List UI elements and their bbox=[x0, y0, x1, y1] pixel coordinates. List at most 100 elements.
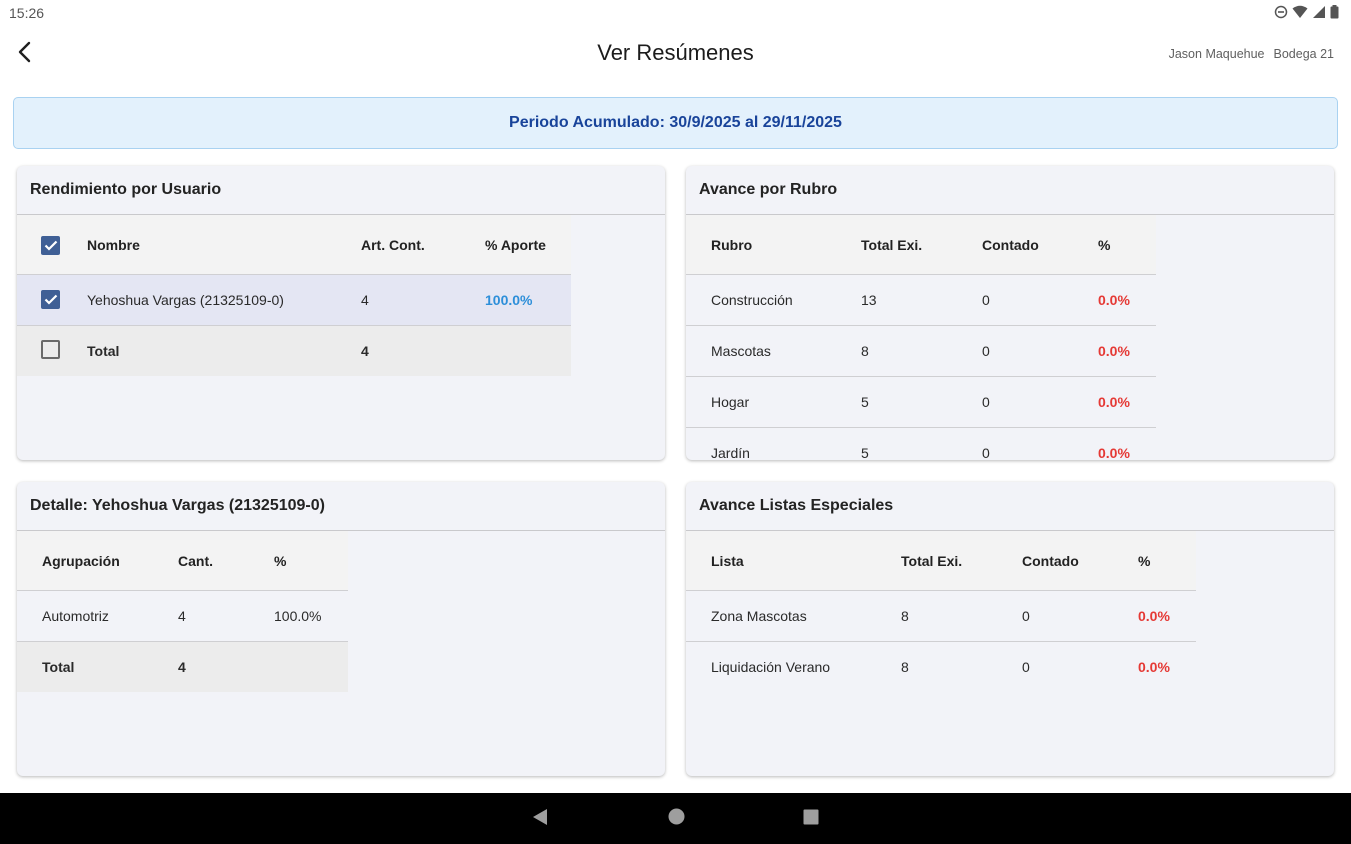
column-header-counted: Contado bbox=[1022, 553, 1079, 570]
user-performance-body: Nombre Art. Cont. % Aporte Yehoshua Varg… bbox=[17, 215, 665, 459]
check-icon bbox=[44, 240, 57, 251]
special-lists-table: Lista Total Exi. Contado % Zona Mascotas… bbox=[686, 531, 1196, 692]
user-name: Jason Maquehue bbox=[1168, 47, 1265, 61]
table-row: Zona Mascotas 8 0 0.0% bbox=[686, 590, 1196, 641]
pct-cell: 100.0% bbox=[485, 291, 533, 308]
user-performance-card: Rendimiento por Usuario Nombre Art. Cont… bbox=[17, 166, 665, 460]
table-header-row: Lista Total Exi. Contado % bbox=[686, 531, 1196, 590]
table-row: Hogar 5 0 0.0% bbox=[686, 376, 1156, 427]
user-detail-title: Detalle: Yehoshua Vargas (21325109-0) bbox=[17, 482, 665, 531]
pct-cell: 100.0% bbox=[274, 607, 322, 624]
category-progress-title: Avance por Rubro bbox=[686, 166, 1334, 215]
table-row: Liquidación Verano 8 0 0.0% bbox=[686, 641, 1196, 692]
special-lists-body: Lista Total Exi. Contado % Zona Mascotas… bbox=[686, 531, 1334, 775]
total-row: Total 4 bbox=[17, 641, 348, 692]
rubro-cell: Jardín bbox=[711, 444, 750, 459]
nav-recents-button[interactable] bbox=[801, 809, 821, 829]
signal-icon bbox=[1312, 5, 1326, 24]
user-performance-table: Nombre Art. Cont. % Aporte Yehoshua Varg… bbox=[17, 215, 571, 376]
total-label: Total bbox=[87, 342, 120, 359]
status-icons bbox=[1274, 5, 1339, 24]
column-header-counted: Contado bbox=[982, 237, 1039, 254]
total-cell: 8 bbox=[861, 342, 869, 359]
column-header-total: Total Exi. bbox=[861, 237, 923, 254]
page-title: Ver Resúmenes bbox=[597, 40, 754, 65]
total-cell: 5 bbox=[861, 444, 869, 459]
table-header-row: Nombre Art. Cont. % Aporte bbox=[17, 215, 571, 274]
pct-cell: 0.0% bbox=[1098, 342, 1130, 359]
dnd-icon bbox=[1274, 5, 1288, 24]
pct-cell: 0.0% bbox=[1138, 607, 1170, 624]
app-bar: Ver Resúmenes Jason Maquehue Bodega 21 bbox=[0, 26, 1351, 84]
column-header-pct: % bbox=[274, 553, 287, 570]
counted-cell: 0 bbox=[982, 291, 990, 308]
status-time: 15:26 bbox=[9, 5, 45, 21]
total-cell: 8 bbox=[901, 658, 909, 675]
user-info: Jason Maquehue Bodega 21 bbox=[1169, 47, 1334, 61]
pct-cell: 0.0% bbox=[1138, 658, 1170, 675]
counted-cell: 0 bbox=[1022, 607, 1030, 624]
total-qty: 4 bbox=[178, 658, 186, 675]
row-checkbox[interactable] bbox=[41, 290, 60, 309]
battery-icon bbox=[1330, 5, 1339, 24]
category-progress-body: Rubro Total Exi. Contado % Construcción … bbox=[686, 215, 1334, 459]
table-row: Jardín 5 0 0.0% bbox=[686, 427, 1156, 459]
counted-cell: 0 bbox=[1022, 658, 1030, 675]
nav-home-icon bbox=[668, 808, 685, 830]
qty-cell: 4 bbox=[178, 607, 186, 624]
nav-back-icon bbox=[532, 808, 548, 831]
column-header-pct: % bbox=[1098, 237, 1111, 254]
wifi-icon bbox=[1292, 5, 1308, 24]
period-banner: Periodo Acumulado: 30/9/2025 al 29/11/20… bbox=[13, 97, 1338, 149]
nav-home-button[interactable] bbox=[666, 808, 686, 830]
pct-cell: 0.0% bbox=[1098, 393, 1130, 410]
user-performance-title: Rendimiento por Usuario bbox=[17, 166, 665, 215]
column-header-qty: Cant. bbox=[178, 553, 213, 570]
pct-cell: 0.0% bbox=[1098, 291, 1130, 308]
column-header-list: Lista bbox=[711, 553, 744, 570]
user-detail-body: Agrupación Cant. % Automotriz 4 100.0% T… bbox=[17, 531, 665, 775]
counted-cell: 0 bbox=[982, 393, 990, 410]
column-header-rubro: Rubro bbox=[711, 237, 753, 254]
table-header-row: Rubro Total Exi. Contado % bbox=[686, 215, 1156, 274]
table-row: Automotriz 4 100.0% bbox=[17, 590, 348, 641]
rubro-cell: Mascotas bbox=[711, 342, 771, 359]
nav-recents-icon bbox=[803, 809, 819, 830]
table-row: Construcción 13 0 0.0% bbox=[686, 274, 1156, 325]
column-header-pct: % Aporte bbox=[485, 237, 546, 254]
count-cell: 4 bbox=[361, 291, 369, 308]
special-lists-card: Avance Listas Especiales Lista Total Exi… bbox=[686, 482, 1334, 776]
status-bar: 15:26 bbox=[0, 0, 1351, 26]
total-label: Total bbox=[42, 658, 75, 675]
column-header-name: Nombre bbox=[87, 237, 140, 254]
table-header-row: Agrupación Cant. % bbox=[17, 531, 348, 590]
total-checkbox[interactable] bbox=[41, 339, 60, 359]
warehouse-label: Bodega 21 bbox=[1273, 47, 1334, 61]
column-header-group: Agrupación bbox=[42, 553, 120, 570]
total-cell: 13 bbox=[861, 291, 877, 308]
system-nav-bar bbox=[0, 793, 1351, 844]
user-detail-table: Agrupación Cant. % Automotriz 4 100.0% T… bbox=[17, 531, 348, 692]
group-cell: Automotriz bbox=[42, 607, 109, 624]
table-row: Mascotas 8 0 0.0% bbox=[686, 325, 1156, 376]
list-cell: Zona Mascotas bbox=[711, 607, 807, 624]
counted-cell: 0 bbox=[982, 444, 990, 459]
category-progress-table: Rubro Total Exi. Contado % Construcción … bbox=[686, 215, 1156, 459]
pct-cell: 0.0% bbox=[1098, 444, 1130, 459]
list-cell: Liquidación Verano bbox=[711, 658, 831, 675]
counted-cell: 0 bbox=[982, 342, 990, 359]
check-icon bbox=[44, 294, 57, 305]
total-count: 4 bbox=[361, 342, 369, 359]
total-cell: 5 bbox=[861, 393, 869, 410]
category-progress-card: Avance por Rubro Rubro Total Exi. Contad… bbox=[686, 166, 1334, 460]
table-row[interactable]: Yehoshua Vargas (21325109-0) 4 100.0% bbox=[17, 274, 571, 325]
nav-back-button[interactable] bbox=[530, 808, 550, 831]
total-row: Total 4 bbox=[17, 325, 571, 376]
column-header-total: Total Exi. bbox=[901, 553, 963, 570]
rubro-cell: Construcción bbox=[711, 291, 793, 308]
total-cell: 8 bbox=[901, 607, 909, 624]
rubro-cell: Hogar bbox=[711, 393, 750, 410]
select-all-checkbox[interactable] bbox=[41, 235, 60, 255]
column-header-pct: % bbox=[1138, 553, 1151, 570]
user-name-cell: Yehoshua Vargas (21325109-0) bbox=[87, 291, 284, 308]
